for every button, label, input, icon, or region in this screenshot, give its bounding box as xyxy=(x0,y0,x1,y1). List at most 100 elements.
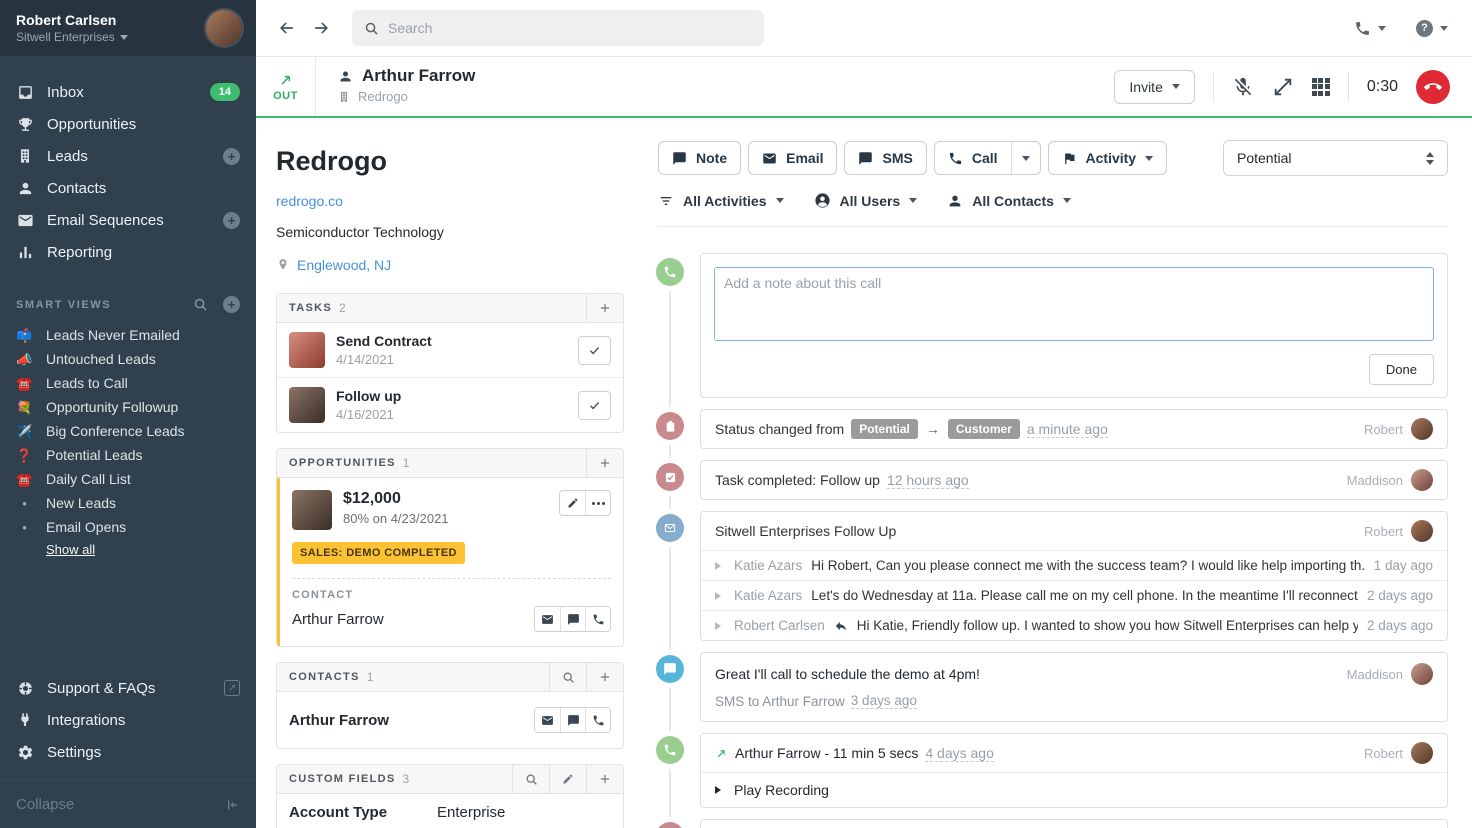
forward-button[interactable] xyxy=(304,11,338,45)
contact-name[interactable]: Arthur Farrow xyxy=(289,712,389,729)
task-completed-entry[interactable]: Task completed: Follow up 12 hours ago M… xyxy=(650,460,1448,500)
edit-opportunity-button[interactable] xyxy=(560,491,585,515)
avatar[interactable] xyxy=(206,10,242,46)
lead-status-value: Potential xyxy=(1237,150,1291,166)
sms-button[interactable]: SMS xyxy=(844,141,926,175)
add-sequence-icon[interactable]: + xyxy=(223,212,240,229)
email-message-row[interactable]: Katie Azars Hi Robert, Can you please co… xyxy=(701,550,1447,580)
add-contact-button[interactable] xyxy=(586,663,623,691)
smart-view-opportunity-followup[interactable]: 💐Opportunity Followup xyxy=(0,395,256,419)
email-message-row[interactable]: Robert Carlsen Hi Katie, Friendly follow… xyxy=(701,610,1447,640)
smart-view-big-conference-leads[interactable]: ✈️Big Conference Leads xyxy=(0,419,256,443)
phone-menu-button[interactable] xyxy=(1354,20,1386,37)
smart-view-leads-never-emailed[interactable]: 📫Leads Never Emailed xyxy=(0,323,256,347)
smart-view-potential-leads[interactable]: ❓Potential Leads xyxy=(0,443,256,467)
activity-button[interactable]: Activity xyxy=(1048,141,1168,175)
sidebar-item-inbox[interactable]: Inbox 14 xyxy=(0,76,256,108)
timestamp[interactable]: 4 days ago xyxy=(925,745,994,762)
transfer-call-button[interactable] xyxy=(1272,76,1294,98)
timestamp[interactable]: 3 days ago xyxy=(851,693,917,709)
add-field-button[interactable] xyxy=(586,765,623,793)
smart-view-email-opens[interactable]: •Email Opens xyxy=(0,515,256,539)
call-contact-button[interactable] xyxy=(585,708,610,732)
call-button[interactable]: Call xyxy=(935,142,1011,174)
collapse-sidebar-button[interactable]: Collapse xyxy=(0,780,256,828)
filter-all-activities[interactable]: All Activities xyxy=(658,193,784,209)
timestamp[interactable]: 12 hours ago xyxy=(887,472,969,489)
user-name: Robert xyxy=(1364,746,1403,761)
contact-row[interactable]: Arthur Farrow xyxy=(277,692,623,748)
hangup-button[interactable] xyxy=(1416,70,1450,104)
sidebar-item-contacts[interactable]: Contacts xyxy=(0,172,256,204)
add-task-button[interactable] xyxy=(586,294,623,322)
note-button[interactable]: Note xyxy=(658,141,741,175)
task-row[interactable]: Follow up 4/16/2021 xyxy=(277,378,623,432)
sidebar-item-email-sequences[interactable]: Email Sequences + xyxy=(0,204,256,236)
sidebar-item-settings[interactable]: Settings xyxy=(0,736,256,768)
search-input[interactable] xyxy=(388,20,752,36)
main-area: ? OUT Arthur Farrow Redrogo xyxy=(256,0,1472,828)
dialpad-button[interactable] xyxy=(1312,78,1330,96)
add-smart-view-icon[interactable]: + xyxy=(223,296,240,313)
sidebar-item-opportunities[interactable]: Opportunities xyxy=(0,108,256,140)
search-fields-button[interactable] xyxy=(512,765,549,793)
filter-all-contacts[interactable]: All Contacts xyxy=(947,193,1071,209)
call-note-input[interactable] xyxy=(714,267,1434,341)
company-switcher[interactable]: Sitwell Enterprises xyxy=(16,30,196,44)
lead-status-select[interactable]: Potential xyxy=(1223,140,1448,176)
building-icon xyxy=(16,147,34,165)
call-company-name[interactable]: Redrogo xyxy=(358,89,408,104)
call-contact-name[interactable]: Arthur Farrow xyxy=(362,66,475,86)
smart-view-daily-call-list[interactable]: ☎️Daily Call List xyxy=(0,467,256,491)
custom-field-row[interactable]: Account Type Enterprise xyxy=(277,794,623,828)
filter-all-users[interactable]: All Users xyxy=(814,192,918,209)
show-all-link[interactable]: Show all xyxy=(46,542,95,557)
email-message-row[interactable]: Katie Azars Let's do Wednesday at 11a. P… xyxy=(701,580,1447,610)
help-menu-button[interactable]: ? xyxy=(1416,20,1448,37)
call-summary[interactable]: Arthur Farrow - 11 min 5 secs xyxy=(735,745,918,761)
task-row[interactable]: Send Contract 4/14/2021 xyxy=(277,323,623,378)
account-switcher[interactable]: Robert Carlsen Sitwell Enterprises xyxy=(0,0,256,56)
edit-fields-button[interactable] xyxy=(549,765,586,793)
search-box[interactable] xyxy=(352,10,764,46)
sidebar-item-label: Inbox xyxy=(47,84,84,101)
smart-view-leads-to-call[interactable]: ☎️Leads to Call xyxy=(0,371,256,395)
select-arrows-icon xyxy=(1426,148,1434,169)
smart-view-new-leads[interactable]: •New Leads xyxy=(0,491,256,515)
complete-task-button[interactable] xyxy=(578,391,611,420)
timestamp[interactable]: a minute ago xyxy=(1027,421,1108,438)
smart-views-title: SMART VIEWS xyxy=(16,299,178,311)
sidebar-item-integrations[interactable]: Integrations xyxy=(0,704,256,736)
more-options-button[interactable] xyxy=(585,491,610,515)
lead-location-link[interactable]: Englewood, NJ xyxy=(276,257,624,273)
sidebar-item-leads[interactable]: Leads + xyxy=(0,140,256,172)
done-button[interactable]: Done xyxy=(1369,354,1434,385)
sms-entry[interactable]: Great I'll call to schedule the demo at … xyxy=(650,652,1448,722)
play-recording-row[interactable]: Play Recording xyxy=(701,772,1447,807)
opportunity-contact-name[interactable]: Arthur Farrow xyxy=(292,611,384,628)
smart-view-untouched-leads[interactable]: 📣Untouched Leads xyxy=(0,347,256,371)
email-button[interactable]: Email xyxy=(748,141,837,175)
sidebar-item-support[interactable]: Support & FAQs ↗ xyxy=(0,672,256,704)
add-lead-icon[interactable]: + xyxy=(223,148,240,165)
back-button[interactable] xyxy=(270,11,304,45)
status-change-entry[interactable]: Status changed from Potential → Meeting … xyxy=(650,819,1448,828)
sidebar-item-reporting[interactable]: Reporting xyxy=(0,236,256,268)
email-contact-button[interactable] xyxy=(535,607,560,631)
opportunity-amount: $12,000 xyxy=(343,490,449,508)
invite-button[interactable]: Invite xyxy=(1114,70,1194,104)
status-change-entry[interactable]: Status changed from Potential → Customer… xyxy=(650,409,1448,449)
email-contact-button[interactable] xyxy=(535,708,560,732)
complete-task-button[interactable] xyxy=(578,336,611,365)
email-subject[interactable]: Sitwell Enterprises Follow Up xyxy=(715,523,896,539)
call-options-button[interactable] xyxy=(1011,142,1040,174)
call-contact-button[interactable] xyxy=(585,607,610,631)
sms-contact-button[interactable] xyxy=(560,607,585,631)
add-opportunity-button[interactable] xyxy=(586,449,623,477)
search-icon[interactable] xyxy=(193,297,208,312)
search-contacts-button[interactable] xyxy=(549,663,586,691)
sms-contact-button[interactable] xyxy=(560,708,585,732)
status-badge: Customer xyxy=(948,419,1020,439)
mute-microphone-button[interactable] xyxy=(1232,76,1254,98)
lead-website-link[interactable]: redrogo.co xyxy=(276,193,624,209)
